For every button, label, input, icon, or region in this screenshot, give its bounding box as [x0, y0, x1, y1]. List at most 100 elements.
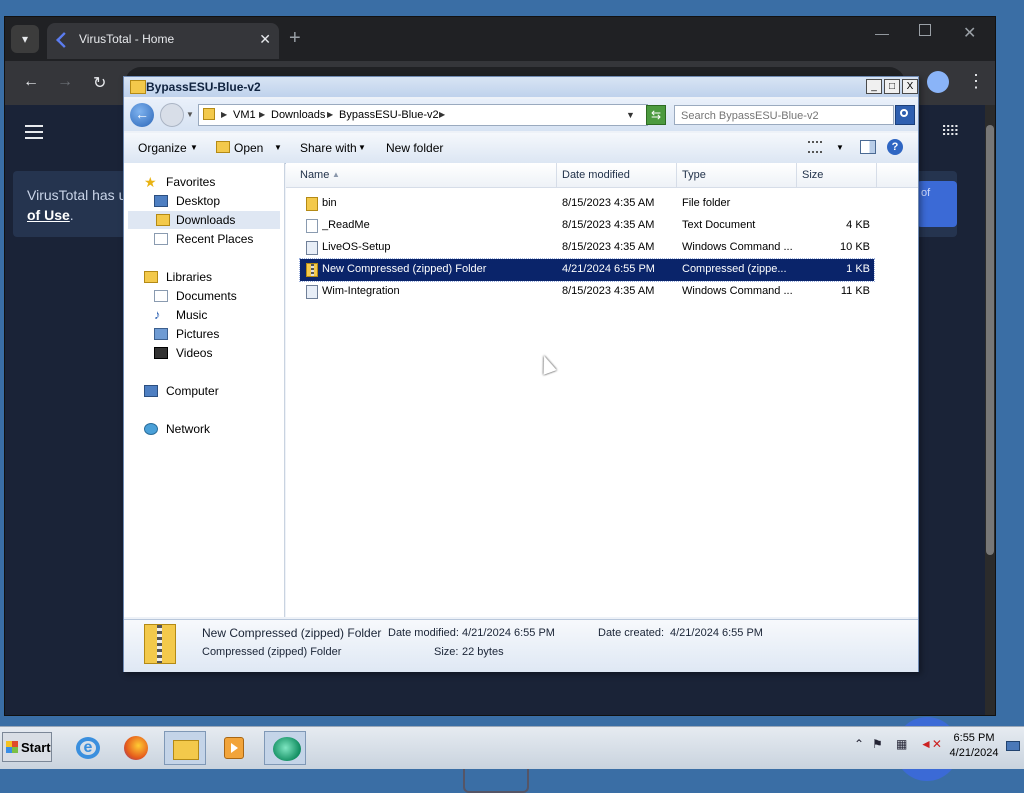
nav-computer[interactable]: Computer — [144, 382, 280, 400]
browser-scrollbar[interactable] — [985, 105, 995, 715]
window-title: BypassESU-Blue-v2 — [146, 80, 261, 94]
column-type[interactable]: Type — [682, 169, 706, 181]
details-pane: New Compressed (zipped) Folder Compresse… — [124, 619, 918, 672]
nav-videos[interactable]: Videos — [154, 344, 280, 362]
text-file-icon — [306, 219, 318, 233]
taskbar-internet-explorer[interactable]: e — [66, 731, 108, 765]
taskbar-windows-explorer[interactable] — [164, 731, 206, 765]
browser-tab-virustotal[interactable]: VirusTotal - Home ✕ — [47, 23, 279, 59]
navigation-pane: ★ Favorites Desktop Downloads Recent Pla… — [124, 163, 285, 617]
explorer-titlebar[interactable]: BypassESU-Blue-v2 _ □ X — [124, 77, 918, 97]
apps-grid-icon[interactable]: ⠿⠿ — [941, 123, 960, 141]
chevron-right-icon[interactable]: ▶ — [221, 110, 227, 119]
details-date-created-label: Date created: — [598, 627, 665, 639]
change-view-icon[interactable] — [808, 141, 822, 153]
search-box[interactable] — [674, 105, 894, 125]
nav-network[interactable]: Network — [144, 420, 280, 438]
clock[interactable]: 6:55 PM 4/21/2024 — [944, 731, 1004, 761]
preview-pane-icon[interactable] — [860, 140, 876, 154]
column-divider[interactable] — [876, 163, 877, 187]
column-divider[interactable] — [556, 163, 557, 187]
column-size[interactable]: Size — [802, 169, 823, 181]
nav-documents[interactable]: Documents — [154, 287, 280, 305]
taskbar-vm-app[interactable] — [264, 731, 306, 765]
share-with-button[interactable]: Share with — [300, 141, 357, 155]
browser-minimize-button[interactable]: — — [875, 25, 889, 41]
view-dropdown-icon[interactable]: ▼ — [836, 143, 844, 152]
nav-desktop[interactable]: Desktop — [154, 192, 280, 210]
zip-folder-large-icon — [144, 624, 176, 664]
address-history-dropdown-icon[interactable]: ▼ — [626, 110, 635, 120]
back-arrow-icon[interactable]: ← — [23, 73, 39, 91]
firefox-icon — [124, 736, 148, 760]
back-button[interactable]: ← — [130, 103, 154, 127]
tab-close-icon[interactable]: ✕ — [259, 31, 271, 48]
file-row[interactable]: LiveOS-Setup 8/15/2023 4:35 AM Windows C… — [300, 237, 874, 259]
share-dropdown-icon[interactable]: ▼ — [358, 143, 366, 152]
nav-recent-places[interactable]: Recent Places — [154, 230, 280, 248]
search-icon[interactable] — [895, 105, 915, 125]
tab-search-button[interactable]: ▾ — [11, 25, 39, 53]
terms-of-use-link[interactable]: of Use — [27, 207, 70, 223]
file-row-selected[interactable]: New Compressed (zipped) Folder 4/21/2024… — [299, 258, 875, 282]
organize-button[interactable]: Organize — [138, 141, 187, 155]
search-input[interactable] — [679, 108, 879, 124]
volume-muted-icon[interactable]: ◄✕ — [920, 737, 942, 751]
taskbar-media-player[interactable] — [212, 731, 254, 765]
nav-favorites[interactable]: ★ Favorites — [144, 173, 280, 191]
show-desktop-icon[interactable] — [1006, 741, 1020, 751]
file-row[interactable]: Wim-Integration 8/15/2023 4:35 AM Window… — [300, 281, 874, 303]
chevron-right-icon[interactable]: ▶ — [439, 110, 445, 119]
taskbar-firefox[interactable] — [114, 731, 156, 765]
downloads-folder-icon — [156, 214, 170, 226]
forward-arrow-icon[interactable]: → — [57, 73, 73, 91]
browser-menu-icon[interactable]: ⋮ — [967, 71, 985, 92]
start-button[interactable]: Start — [2, 732, 52, 762]
sort-ascending-icon: ▲ — [332, 170, 340, 179]
minimize-button[interactable]: _ — [866, 79, 882, 94]
reload-icon[interactable]: ↻ — [93, 73, 106, 93]
nav-libraries[interactable]: Libraries — [144, 268, 280, 286]
scrollbar-thumb[interactable] — [986, 125, 994, 555]
column-divider[interactable] — [676, 163, 677, 187]
vm-app-icon — [273, 737, 301, 761]
file-row[interactable]: bin 8/15/2023 4:35 AM File folder — [300, 193, 874, 215]
breadcrumb-vm1[interactable]: VM1 — [233, 109, 256, 121]
breadcrumb[interactable]: ▶ VM1 ▶ Downloads ▶ BypassESU-Blue-v2 ▶ — [198, 104, 648, 126]
breadcrumb-downloads[interactable]: Downloads — [271, 109, 325, 121]
show-hidden-icons-icon[interactable]: ⌃ — [854, 737, 864, 751]
new-folder-button[interactable]: New folder — [386, 141, 443, 155]
column-name[interactable]: Name — [300, 169, 329, 181]
browser-close-button[interactable]: ✕ — [963, 23, 976, 43]
column-divider[interactable] — [796, 163, 797, 187]
breadcrumb-current-folder[interactable]: BypassESU-Blue-v2 — [339, 109, 439, 121]
details-size-label: Size: — [434, 646, 459, 658]
chevron-right-icon[interactable]: ▶ — [327, 110, 333, 119]
column-date-modified[interactable]: Date modified — [562, 169, 630, 181]
close-button[interactable]: X — [902, 79, 918, 94]
new-tab-button[interactable]: + — [289, 27, 301, 50]
profile-avatar-icon[interactable] — [927, 71, 949, 93]
nav-music[interactable]: ♪ Music — [154, 306, 280, 324]
computer-icon — [144, 385, 158, 397]
action-center-flag-icon[interactable]: ⚑ — [872, 737, 883, 751]
open-dropdown-icon[interactable]: ▼ — [274, 143, 282, 152]
forward-button[interactable] — [160, 103, 184, 127]
chevron-right-icon[interactable]: ▶ — [259, 110, 265, 119]
refresh-icon[interactable]: ⇆ — [646, 105, 666, 125]
browser-maximize-button[interactable] — [919, 24, 931, 36]
maximize-button[interactable]: □ — [884, 79, 900, 94]
nav-pictures[interactable]: Pictures — [154, 325, 280, 343]
banner-button[interactable]: of — [917, 181, 957, 227]
open-button[interactable]: Open — [234, 141, 263, 155]
organize-dropdown-icon[interactable]: ▼ — [190, 143, 198, 152]
file-row[interactable]: _ReadMe 8/15/2023 4:35 AM Text Document … — [300, 215, 874, 237]
windows-logo-icon — [6, 741, 18, 753]
command-bar: Organize ▼ Open ▼ Share with ▼ New folde… — [124, 133, 918, 164]
network-tray-icon[interactable]: ▦ — [896, 737, 907, 751]
recent-pages-dropdown-icon[interactable]: ▼ — [186, 110, 194, 119]
music-icon: ♪ — [154, 307, 161, 322]
hamburger-menu-icon[interactable] — [25, 125, 43, 139]
help-icon[interactable]: ? — [887, 139, 903, 155]
nav-downloads[interactable]: Downloads — [128, 211, 280, 229]
